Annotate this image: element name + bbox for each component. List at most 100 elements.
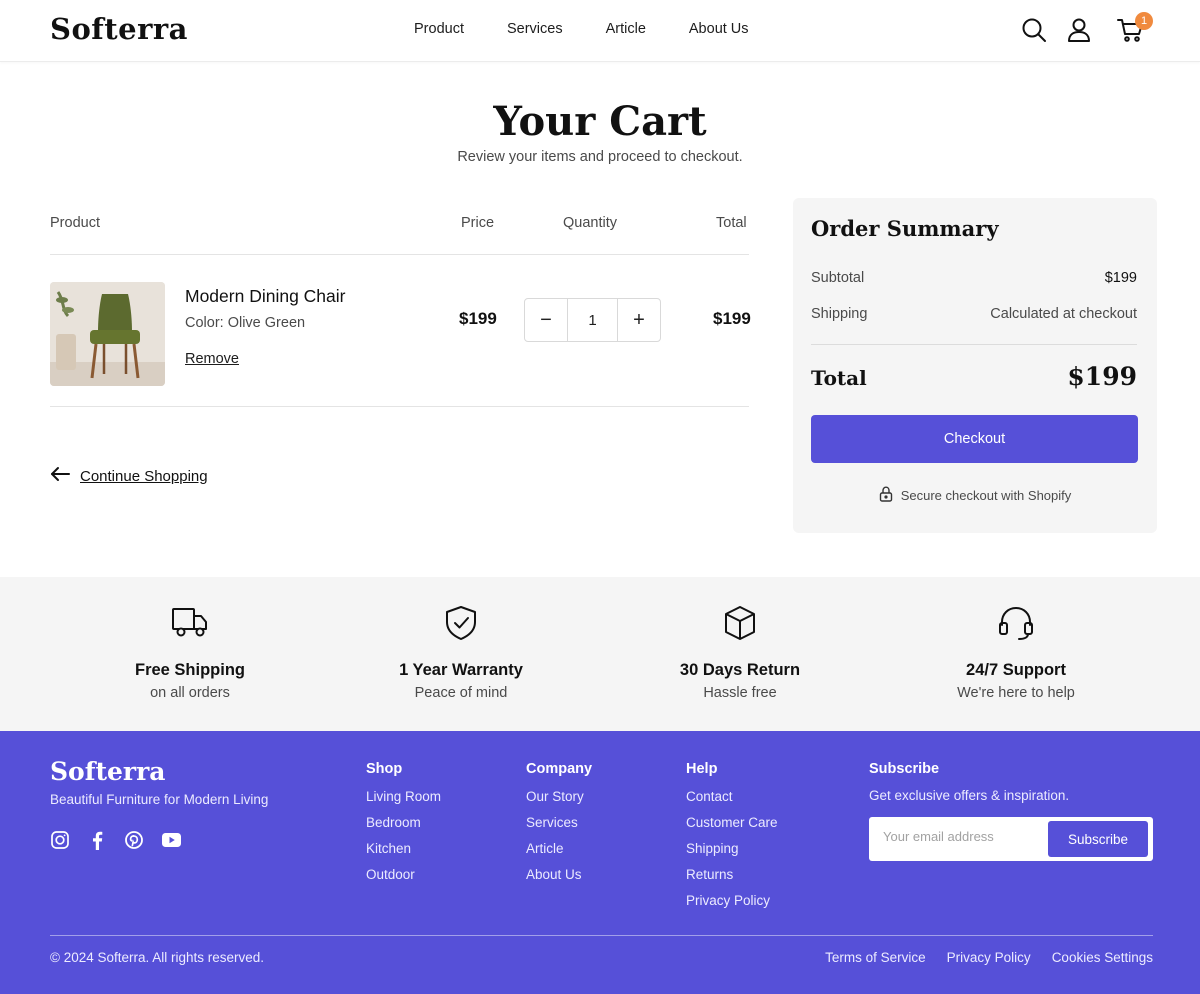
feature-subtitle: We're here to help [957,685,1075,701]
shipping-value: Calculated at checkout [990,306,1137,322]
footer-column-heading: Help [686,761,718,777]
footer-column-subscribe: Subscribe [869,761,939,789]
footer-link[interactable]: Returns [686,867,778,893]
secure-checkout-text: Secure checkout with Shopify [900,488,1072,503]
subscribe-description: Get exclusive offers & inspiration. [869,788,1070,803]
column-header-total: Total [716,215,747,231]
feature-subtitle: on all orders [150,685,230,701]
arrow-left-icon [50,466,70,486]
subtotal-label: Subtotal [811,270,865,286]
feature-title: 30 Days Return [679,661,801,679]
copyright-text: © 2024 Softerra. All rights reserved. [50,950,265,965]
footer-column-help: Help Contact Customer Care Shipping Retu… [686,761,778,919]
subtotal-row: Subtotal $199 [811,270,1137,286]
nav-about-us[interactable]: About Us [689,21,749,37]
subscribe-heading: Subscribe [869,761,940,777]
footer-link[interactable]: Contact [686,789,778,815]
site-header: Softerra Product Services Article About … [0,0,1200,62]
nav-services[interactable]: Services [507,21,563,37]
footer-link[interactable]: Services [526,815,592,841]
footer-link[interactable]: Our Story [526,789,592,815]
footer-column-heading: Company [526,761,593,777]
site-footer: Softerra Beautiful Furniture for Modern … [0,731,1200,994]
lock-icon [879,486,893,505]
footer-logo[interactable]: Softerra [50,757,165,786]
total-value: $199 [1067,362,1137,391]
feature-subtitle: Hassle free [703,685,777,701]
table-divider [50,254,749,255]
quantity-stepper: − 1 + [524,298,661,342]
product-thumbnail[interactable] [50,282,165,386]
feature-free-shipping: Free Shipping on all orders [70,605,310,701]
feature-title: 1 Year Warranty [399,661,523,679]
features-strip: Free Shipping on all orders 1 Year Warra… [0,577,1200,731]
box-icon [620,605,860,643]
nav-article[interactable]: Article [606,21,646,37]
footer-link[interactable]: About Us [526,867,592,893]
user-icon[interactable] [1066,17,1092,43]
feature-returns: 30 Days Return Hassle free [620,605,860,701]
shipping-row: Shipping Calculated at checkout [811,306,1137,322]
shield-check-icon [341,605,581,643]
cookies-link[interactable]: Cookies Settings [1052,950,1153,965]
increment-button[interactable]: + [618,299,660,341]
subscribe-button[interactable]: Subscribe [1048,821,1148,857]
checkout-button[interactable]: Checkout [811,415,1138,463]
footer-divider [50,935,1153,936]
cart-count-badge: 1 [1135,12,1153,30]
order-summary-panel: Order Summary Subtotal $199 Shipping Cal… [793,198,1157,533]
footer-column-shop: Shop Living Room Bedroom Kitchen Outdoor [366,761,441,893]
footer-link[interactable]: Outdoor [366,867,441,893]
footer-column-heading: Shop [366,761,403,777]
footer-link[interactable]: Bedroom [366,815,441,841]
nav-product[interactable]: Product [414,21,464,37]
feature-support: 24/7 Support We're here to help [896,605,1136,701]
summary-divider [811,344,1137,345]
feature-subtitle: Peace of mind [414,685,508,701]
continue-shopping-link[interactable]: Continue Shopping [50,466,208,486]
page-title: Your Cart [493,98,707,145]
item-total: $199 [713,309,751,328]
product-name[interactable]: Modern Dining Chair [185,286,346,307]
terms-link[interactable]: Terms of Service [825,950,926,965]
footer-link[interactable]: Kitchen [366,841,441,867]
subscribe-form: Subscribe [869,817,1153,861]
main-nav: Product Services Article About Us [414,21,792,37]
item-price: $199 [459,309,497,328]
total-label: Total [811,366,867,390]
footer-link[interactable]: Article [526,841,592,867]
decrement-button[interactable]: − [525,299,567,341]
subtotal-value: $199 [1104,270,1137,286]
remove-item-link[interactable]: Remove [185,351,239,367]
facebook-icon[interactable] [87,830,107,850]
search-icon[interactable] [1021,17,1047,43]
footer-link[interactable]: Living Room [366,789,441,815]
feature-title: Free Shipping [134,661,245,679]
column-header-quantity: Quantity [563,215,617,231]
legal-links: Terms of Service Privacy Policy Cookies … [825,950,1153,965]
product-variant: Color: Olive Green [185,315,306,331]
email-input[interactable] [883,829,1043,844]
quantity-value[interactable]: 1 [567,299,618,341]
youtube-icon[interactable] [161,830,181,850]
footer-tagline: Beautiful Furniture for Modern Living [50,792,269,807]
footer-link[interactable]: Shipping [686,841,778,867]
column-header-product: Product [50,215,100,231]
column-header-price: Price [461,215,495,231]
shipping-label: Shipping [811,306,868,322]
feature-warranty: 1 Year Warranty Peace of mind [341,605,581,701]
feature-title: 24/7 Support [966,661,1066,679]
footer-link[interactable]: Privacy Policy [686,893,778,919]
order-summary-title: Order Summary [811,216,999,241]
site-logo[interactable]: Softerra [50,12,188,46]
truck-icon [70,605,310,643]
footer-column-company: Company Our Story Services Article About… [526,761,592,893]
secure-checkout-note: Secure checkout with Shopify [793,486,1157,505]
page-subtitle: Review your items and proceed to checkou… [457,149,743,165]
privacy-link[interactable]: Privacy Policy [947,950,1031,965]
social-links [50,830,181,850]
pinterest-icon[interactable] [124,830,144,850]
instagram-icon[interactable] [50,830,70,850]
footer-link[interactable]: Customer Care [686,815,778,841]
continue-shopping-label: Continue Shopping [80,467,208,485]
